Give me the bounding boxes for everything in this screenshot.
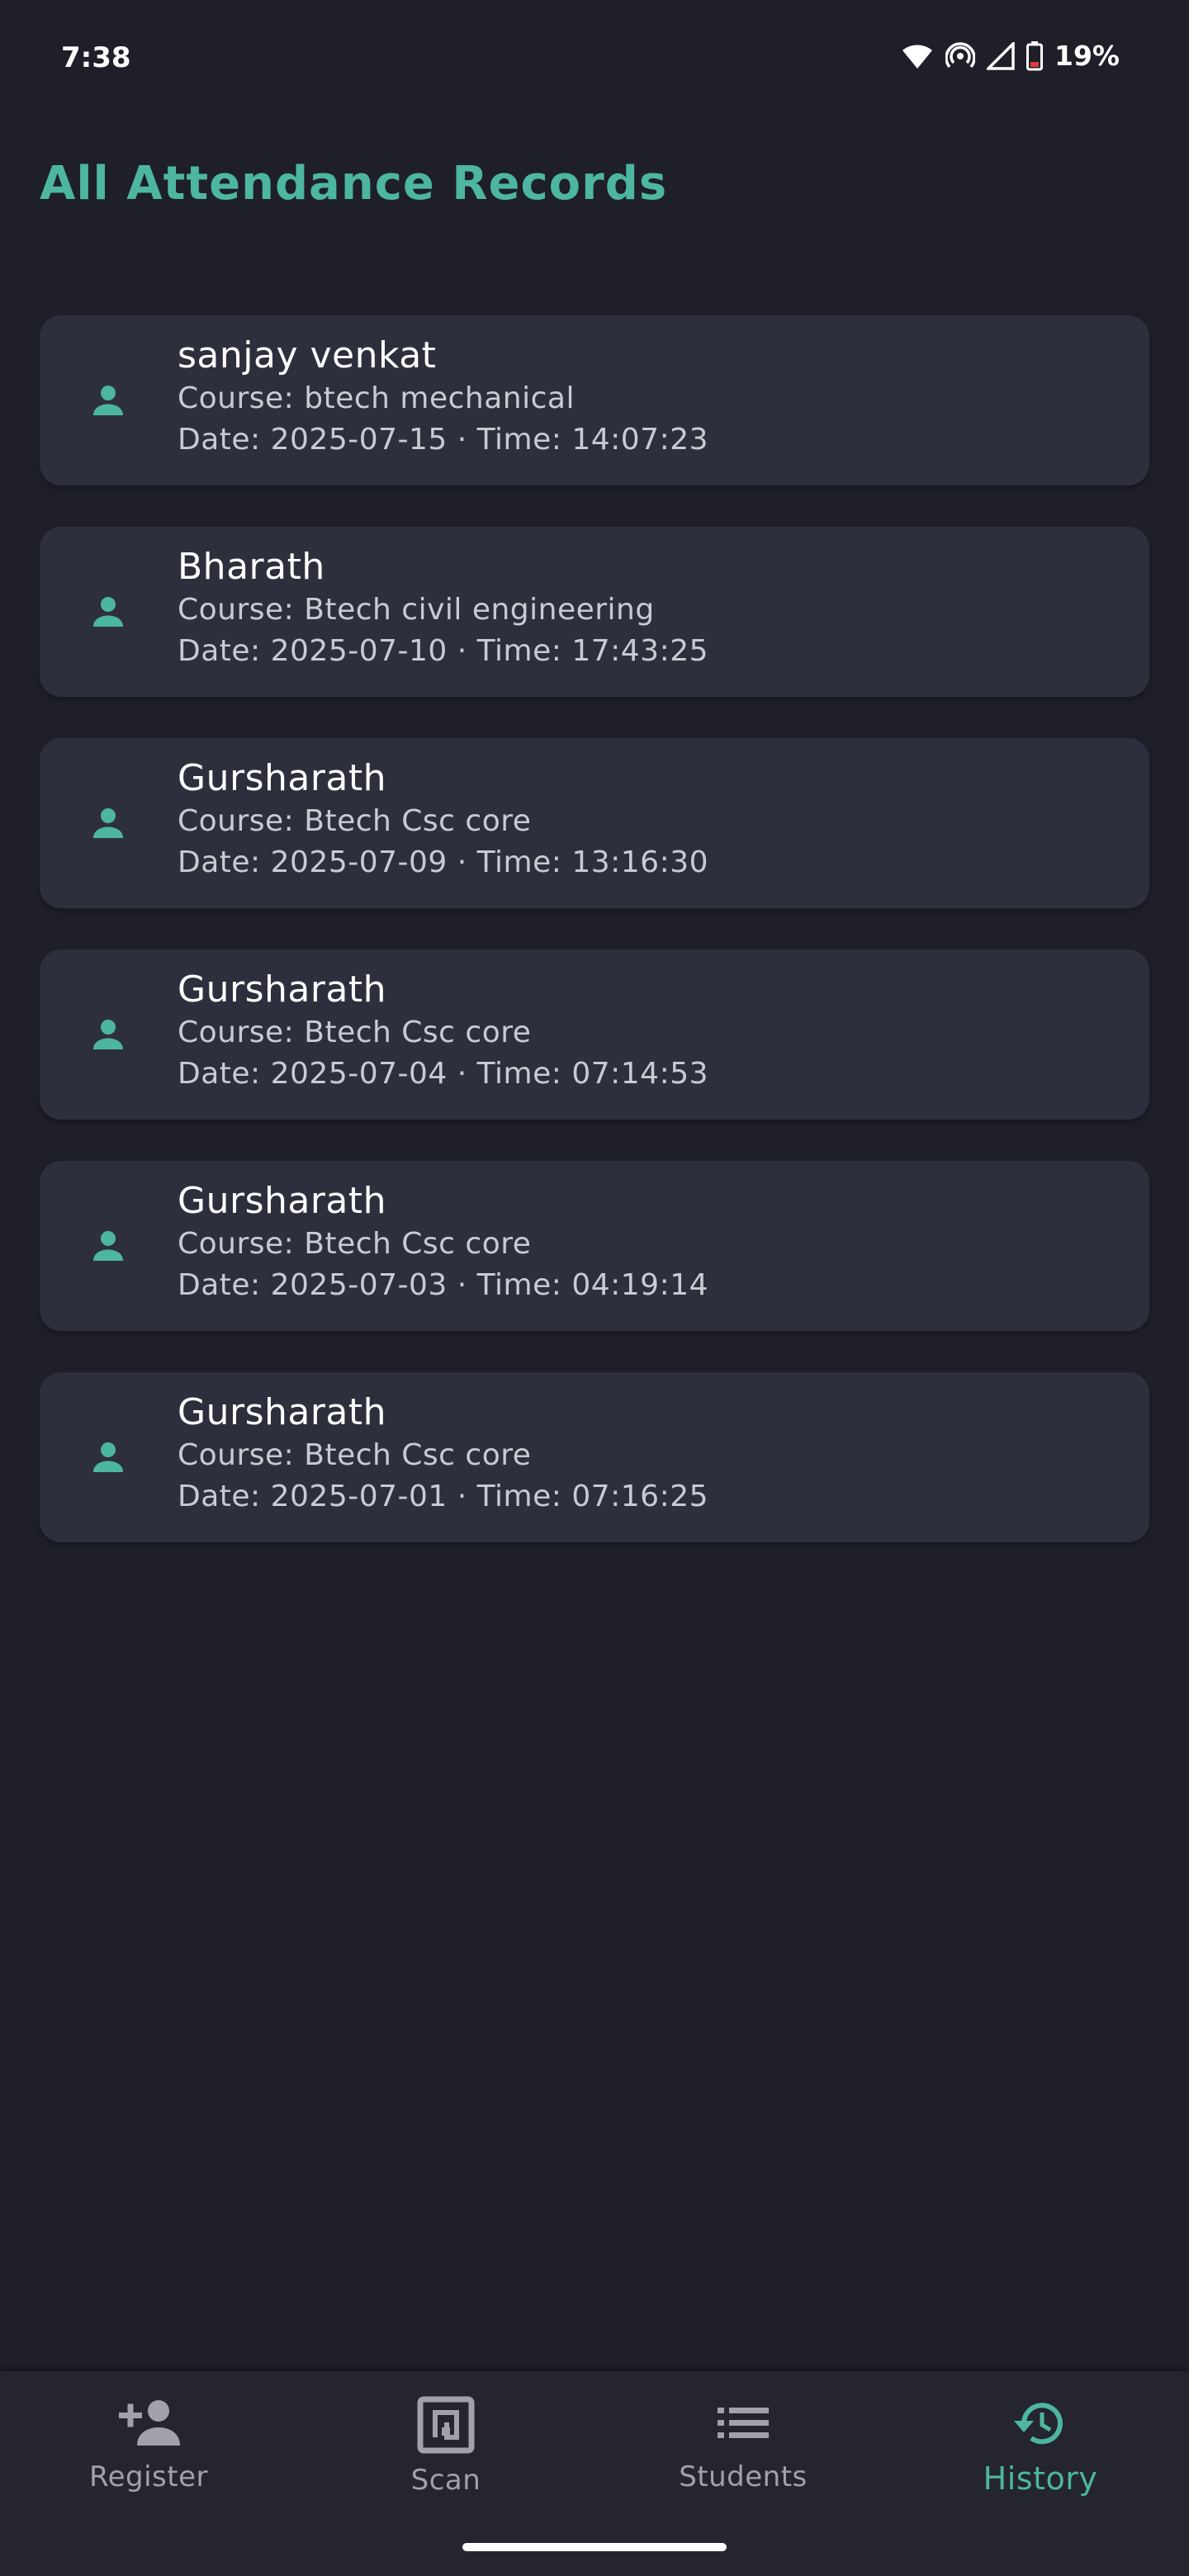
nav-item-students[interactable]: Students <box>594 2396 892 2520</box>
nav-label-history: History <box>983 2460 1098 2497</box>
student-name: Gursharath <box>178 757 387 799</box>
nav-label-students: Students <box>679 2460 808 2493</box>
attendance-record-card[interactable]: Gursharath Course: Btech Csc core Date: … <box>40 738 1149 908</box>
person-add-icon <box>0 2396 297 2451</box>
attendance-record-card[interactable]: Gursharath Course: Btech Csc core Date: … <box>40 1161 1149 1331</box>
nav-item-scan[interactable]: Scan <box>297 2396 594 2520</box>
person-icon <box>86 801 130 845</box>
hotspot-icon <box>945 41 975 71</box>
attendance-record-card[interactable]: Bharath Course: Btech civil engineering … <box>40 527 1149 697</box>
cell-signal-icon <box>987 41 1015 70</box>
nfc-scan-icon <box>297 2396 594 2454</box>
course-text: Course: btech mechanical <box>178 381 575 415</box>
date-time-text: Date: 2025-07-03 · Time: 04:19:14 <box>178 1268 709 1302</box>
person-icon <box>86 1012 130 1057</box>
nav-label-scan: Scan <box>410 2464 481 2497</box>
student-name: Gursharath <box>178 968 387 1011</box>
attendance-record-card[interactable]: Gursharath Course: Btech Csc core Date: … <box>40 949 1149 1120</box>
person-icon <box>86 590 130 634</box>
date-time-text: Date: 2025-07-09 · Time: 13:16:30 <box>178 845 709 879</box>
date-time-text: Date: 2025-07-10 · Time: 17:43:25 <box>178 634 709 668</box>
student-name: sanjay venkat <box>178 334 437 376</box>
history-icon <box>892 2396 1189 2451</box>
person-icon <box>86 1224 130 1268</box>
course-text: Course: Btech Csc core <box>178 1227 532 1261</box>
status-time: 7:38 <box>61 41 131 74</box>
date-time-text: Date: 2025-07-15 · Time: 14:07:23 <box>178 423 709 457</box>
home-indicator[interactable] <box>462 2543 727 2551</box>
nav-label-register: Register <box>89 2460 208 2493</box>
nav-item-register[interactable]: Register <box>0 2396 297 2520</box>
page-title: All Attendance Records <box>40 157 668 211</box>
nav-item-history[interactable]: History <box>892 2396 1189 2520</box>
person-icon <box>86 378 130 423</box>
list-icon <box>594 2396 892 2451</box>
course-text: Course: Btech Csc core <box>178 1438 532 1472</box>
status-icons: 19% <box>901 40 1120 72</box>
course-text: Course: Btech civil engineering <box>178 593 655 627</box>
student-name: Gursharath <box>178 1180 387 1222</box>
attendance-record-card[interactable]: Gursharath Course: Btech Csc core Date: … <box>40 1372 1149 1542</box>
date-time-text: Date: 2025-07-04 · Time: 07:14:53 <box>178 1057 709 1091</box>
attendance-record-card[interactable]: sanjay venkat Course: btech mechanical D… <box>40 315 1149 485</box>
student-name: Gursharath <box>178 1391 387 1433</box>
student-name: Bharath <box>178 546 325 588</box>
course-text: Course: Btech Csc core <box>178 1016 532 1049</box>
battery-icon <box>1026 40 1043 71</box>
status-bar: 7:38 19% <box>0 0 1189 116</box>
course-text: Course: Btech Csc core <box>178 804 532 838</box>
battery-level: 19% <box>1054 40 1120 72</box>
attendance-list: sanjay venkat Course: btech mechanical D… <box>40 315 1149 1584</box>
date-time-text: Date: 2025-07-01 · Time: 07:16:25 <box>178 1480 709 1513</box>
wifi-icon <box>901 42 934 70</box>
person-icon <box>86 1435 130 1480</box>
